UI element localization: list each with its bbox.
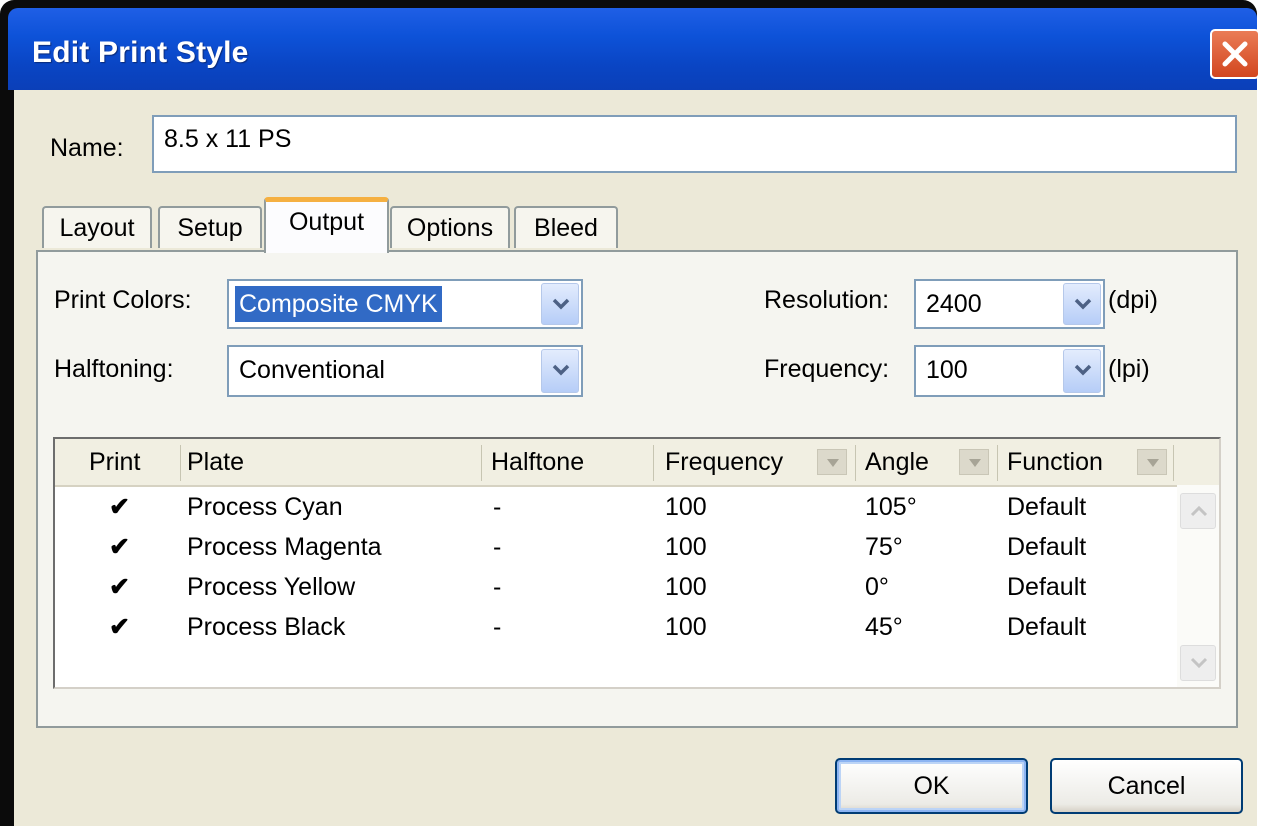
print-checkmark-icon[interactable]: ✔ <box>109 527 130 567</box>
frequency-value: 100 <box>926 356 968 384</box>
function-value: Default <box>1007 613 1087 641</box>
vertical-scrollbar[interactable] <box>1177 485 1219 687</box>
column-header-angle[interactable]: Angle <box>865 439 929 485</box>
close-icon <box>1222 41 1248 67</box>
halftoning-select[interactable]: Conventional <box>227 345 583 397</box>
table-header: Print Plate Halftone Frequency Angle Fun… <box>55 439 1219 487</box>
table-row[interactable]: ✔ Process Magenta - 100 75° Default <box>55 527 1175 567</box>
plates-table[interactable]: Print Plate Halftone Frequency Angle Fun… <box>53 437 1221 689</box>
frequency-column-dropdown[interactable] <box>817 449 847 475</box>
column-header-print[interactable]: Print <box>89 439 140 485</box>
scroll-down-button[interactable] <box>1180 645 1216 681</box>
resolution-select[interactable]: 2400 <box>914 279 1105 329</box>
print-checkmark-icon[interactable]: ✔ <box>109 607 130 647</box>
plate-name: Process Cyan <box>187 493 343 521</box>
tab-options[interactable]: Options <box>390 206 510 248</box>
function-value: Default <box>1007 533 1087 561</box>
column-divider[interactable] <box>653 445 654 481</box>
resolution-unit: (dpi) <box>1108 286 1159 314</box>
column-divider[interactable] <box>855 445 856 481</box>
function-value: Default <box>1007 493 1087 521</box>
column-divider[interactable] <box>1173 445 1174 481</box>
angle-value: 75° <box>865 533 903 561</box>
tab-layout[interactable]: Layout <box>42 206 152 248</box>
plate-name: Process Black <box>187 613 346 641</box>
frequency-value: 100 <box>665 533 707 561</box>
print-colors-value: Composite CMYK <box>235 286 442 322</box>
plate-name: Process Yellow <box>187 573 356 601</box>
column-divider[interactable] <box>481 445 482 481</box>
name-label: Name: <box>50 134 124 162</box>
column-header-halftone[interactable]: Halftone <box>491 439 584 485</box>
halftoning-label: Halftoning: <box>54 355 174 383</box>
chevron-down-icon <box>1074 298 1092 310</box>
print-colors-label: Print Colors: <box>54 286 192 314</box>
chevron-down-icon <box>1190 657 1208 669</box>
angle-value: 45° <box>865 613 903 641</box>
scroll-up-button[interactable] <box>1180 493 1216 529</box>
frequency-value: 100 <box>665 573 707 601</box>
column-divider[interactable] <box>180 445 181 481</box>
chevron-up-icon <box>1190 505 1208 517</box>
resolution-dropdown-button[interactable] <box>1063 283 1101 325</box>
print-colors-dropdown-button[interactable] <box>541 283 579 325</box>
frequency-select[interactable]: 100 <box>914 345 1105 397</box>
frequency-value: 100 <box>665 613 707 641</box>
frequency-unit: (lpi) <box>1108 355 1150 383</box>
function-column-dropdown[interactable] <box>1137 449 1167 475</box>
print-colors-select[interactable]: Composite CMYK <box>227 279 583 329</box>
cancel-button[interactable]: Cancel <box>1050 758 1243 814</box>
tab-output[interactable]: Output <box>264 197 389 253</box>
column-header-plate[interactable]: Plate <box>187 439 244 485</box>
chevron-down-icon <box>552 298 570 310</box>
angle-column-dropdown[interactable] <box>959 449 989 475</box>
chevron-down-icon <box>1074 364 1092 376</box>
resolution-label: Resolution: <box>764 286 890 314</box>
name-input[interactable]: 8.5 x 11 PS <box>152 115 1237 173</box>
angle-value: 0° <box>865 573 889 601</box>
print-checkmark-icon[interactable]: ✔ <box>109 487 130 527</box>
frequency-dropdown-button[interactable] <box>1063 349 1101 393</box>
angle-value: 105° <box>865 493 917 521</box>
halftone-value: - <box>493 573 502 601</box>
halftone-value: - <box>493 533 502 561</box>
triangle-down-icon <box>1147 459 1159 467</box>
halftone-value: - <box>493 613 502 641</box>
column-header-frequency[interactable]: Frequency <box>665 439 783 485</box>
frequency-value: 100 <box>665 493 707 521</box>
ok-button[interactable]: OK <box>835 758 1028 814</box>
frequency-label: Frequency: <box>764 355 890 383</box>
function-value: Default <box>1007 573 1087 601</box>
halftoning-value: Conventional <box>239 356 385 384</box>
tab-setup[interactable]: Setup <box>158 206 262 248</box>
triangle-down-icon <box>827 459 839 467</box>
print-checkmark-icon[interactable]: ✔ <box>109 567 130 607</box>
chevron-down-icon <box>552 364 570 376</box>
resolution-value: 2400 <box>926 290 982 318</box>
column-header-function[interactable]: Function <box>1007 439 1103 485</box>
table-row[interactable]: ✔ Process Yellow - 100 0° Default <box>55 567 1175 607</box>
halftone-value: - <box>493 493 502 521</box>
plate-name: Process Magenta <box>187 533 382 561</box>
table-row[interactable]: ✔ Process Cyan - 100 105° Default <box>55 487 1175 527</box>
triangle-down-icon <box>969 459 981 467</box>
tab-bleed[interactable]: Bleed <box>514 206 618 248</box>
halftoning-dropdown-button[interactable] <box>541 349 579 393</box>
window-title: Edit Print Style <box>32 36 249 69</box>
column-divider[interactable] <box>997 445 998 481</box>
title-bar[interactable]: Edit Print Style <box>8 8 1260 90</box>
table-row[interactable]: ✔ Process Black - 100 45° Default <box>55 607 1175 647</box>
close-button[interactable] <box>1210 29 1260 79</box>
